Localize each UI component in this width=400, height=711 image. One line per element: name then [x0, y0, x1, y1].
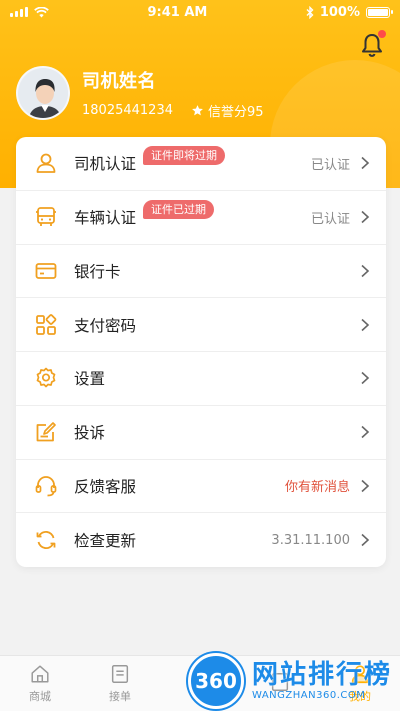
menu-item-label: 设置	[74, 370, 106, 389]
menu-item-settings[interactable]: 设置	[16, 352, 386, 406]
list-icon	[111, 665, 129, 683]
chevron-right-icon	[361, 157, 370, 170]
profile-section[interactable]: 司机姓名 18025441234 信誉分95	[16, 66, 264, 120]
chevron-right-icon	[361, 479, 370, 492]
menu-item-value: 已认证	[310, 157, 350, 173]
menu-item-vehicle-auth[interactable]: 车辆认证 证件已过期 已认证	[16, 191, 386, 245]
menu-item-label: 投诉	[74, 424, 106, 443]
menu-item-label: 检查更新	[74, 532, 137, 551]
chevron-right-icon	[361, 534, 370, 547]
tab-label: 接单	[109, 690, 131, 703]
tab-orders[interactable]: 接单	[90, 663, 150, 704]
menu-item-value: 已认证	[310, 211, 350, 227]
gear-icon	[36, 368, 56, 388]
site-watermark: 360 网站排行榜 WANGZHAN360.COM	[188, 650, 400, 711]
menu-item-bank-card[interactable]: 银行卡	[16, 245, 386, 299]
menu-item-payment-password[interactable]: 支付密码	[16, 298, 386, 352]
menu-item-check-update[interactable]: 检查更新 3.31.11.100	[16, 513, 386, 567]
menu-card: 司机认证 证件即将过期 已认证 车辆认证 证件已过期 已认证 银行卡 支付密码 …	[16, 137, 386, 567]
menu-item-label: 支付密码	[74, 316, 137, 335]
chevron-right-icon	[361, 211, 370, 224]
watermark-title: 网站排行榜	[252, 660, 393, 690]
menu-item-driver-auth[interactable]: 司机认证 证件即将过期 已认证	[16, 137, 386, 191]
driver-name: 司机姓名	[82, 70, 156, 92]
status-bar: 9:41 AM 100%	[0, 0, 400, 24]
battery-percent: 100%	[319, 4, 360, 20]
notification-button[interactable]	[360, 30, 386, 58]
card-icon	[35, 262, 57, 279]
home-icon	[31, 665, 49, 683]
refresh-icon	[36, 531, 56, 550]
expired-badge: 证件已过期	[143, 199, 214, 219]
new-message-notice: 你有新消息	[284, 480, 350, 496]
signal-icon	[10, 7, 28, 17]
battery-icon	[366, 6, 393, 18]
status-time: 9:41 AM	[147, 4, 208, 20]
edit-icon	[36, 422, 56, 442]
expiry-warning-badge: 证件即将过期	[143, 146, 225, 165]
tab-mall[interactable]: 商城	[10, 663, 70, 704]
credit-score: 信誉分95	[191, 101, 264, 120]
star-icon	[192, 104, 203, 115]
chevron-right-icon	[361, 426, 370, 439]
notification-dot	[378, 30, 386, 38]
app-version: 3.31.11.100	[271, 532, 350, 548]
menu-item-customer-service[interactable]: 反馈客服 你有新消息	[16, 460, 386, 514]
headset-icon	[35, 476, 57, 497]
chevron-right-icon	[361, 372, 370, 385]
driver-avatar-icon	[18, 68, 68, 118]
wifi-icon	[34, 6, 49, 17]
watermark-logo: 360	[188, 652, 244, 709]
bus-icon	[36, 207, 56, 227]
grid-icon	[36, 313, 57, 335]
driver-phone: 18025441234	[82, 102, 173, 118]
menu-item-label: 银行卡	[74, 262, 121, 281]
bluetooth-icon	[306, 5, 314, 19]
chevron-right-icon	[361, 264, 370, 277]
person-icon	[36, 153, 56, 174]
chevron-right-icon	[361, 318, 370, 331]
menu-item-label: 反馈客服	[74, 477, 137, 496]
watermark-subtitle: WANGZHAN360.COM	[252, 690, 366, 701]
menu-item-complaint[interactable]: 投诉	[16, 406, 386, 460]
avatar[interactable]	[16, 66, 70, 120]
tab-label: 商城	[29, 690, 51, 703]
credit-score-label: 信誉分95	[207, 104, 264, 120]
